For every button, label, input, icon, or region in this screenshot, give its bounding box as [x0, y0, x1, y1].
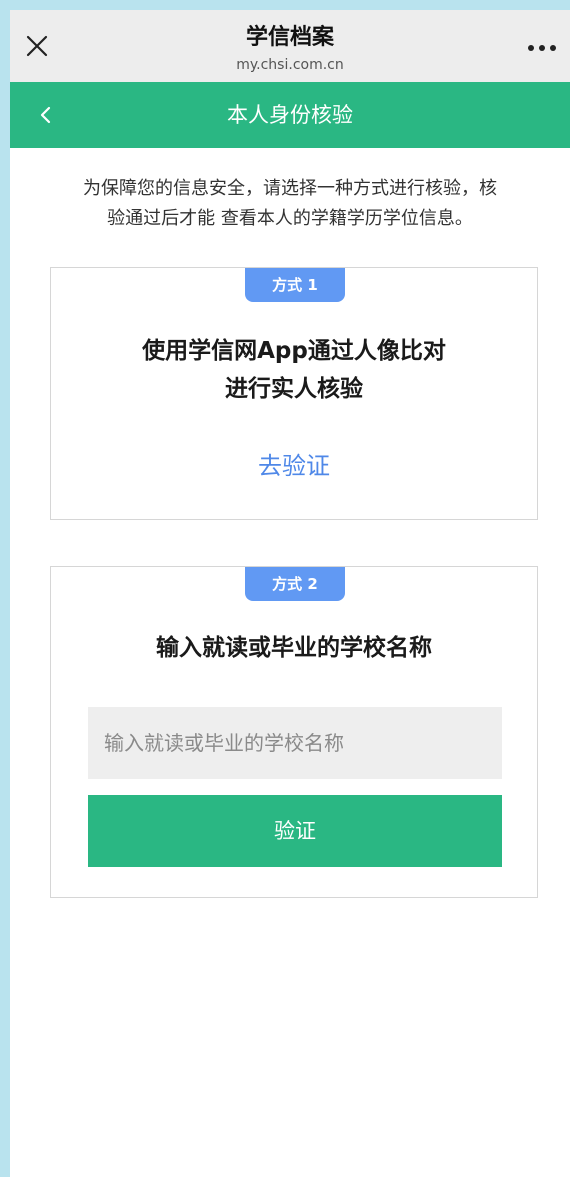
- method-2-badge: 方式 2: [245, 567, 345, 601]
- school-name-input[interactable]: [88, 707, 502, 779]
- page-nav-bar: 本人身份核验: [10, 82, 570, 148]
- browser-top-bar: 学信档案 my.chsi.com.cn: [10, 10, 570, 82]
- intro-text: 为保障您的信息安全，请选择一种方式进行核验，核 验通过后才能 查看本人的学籍学历…: [40, 174, 540, 234]
- browser-title: 学信档案: [245, 25, 334, 50]
- method-2-title: 输入就读或毕业的学校名称: [156, 635, 432, 661]
- verify-button[interactable]: 验证: [88, 795, 502, 867]
- go-verify-link[interactable]: 去验证: [51, 450, 537, 482]
- more-icon[interactable]: [522, 32, 562, 60]
- method-1-card: 方式 1 使用学信网App通过人像比对 进行实人核验 去验证: [50, 267, 538, 520]
- method-2-card: 方式 2 输入就读或毕业的学校名称 验证: [50, 566, 538, 898]
- method-1-badge: 方式 1: [245, 268, 345, 302]
- page-title: 本人身份核验: [227, 103, 353, 127]
- method-1-title-line-1: 使用学信网App通过人像比对: [142, 338, 446, 364]
- method-1-title-line-2: 进行实人核验: [225, 376, 363, 402]
- method-1-title: 使用学信网App通过人像比对 进行实人核验: [51, 332, 537, 408]
- intro-line-1: 为保障您的信息安全，请选择一种方式进行核验，核: [83, 178, 497, 199]
- intro-line-2: 验通过后才能 查看本人的学籍学历学位信息。: [107, 208, 473, 229]
- browser-url: my.chsi.com.cn: [236, 57, 344, 73]
- app-frame: 学信档案 my.chsi.com.cn 本人身份核验 为保障您的信息安全，请选择…: [10, 10, 570, 1177]
